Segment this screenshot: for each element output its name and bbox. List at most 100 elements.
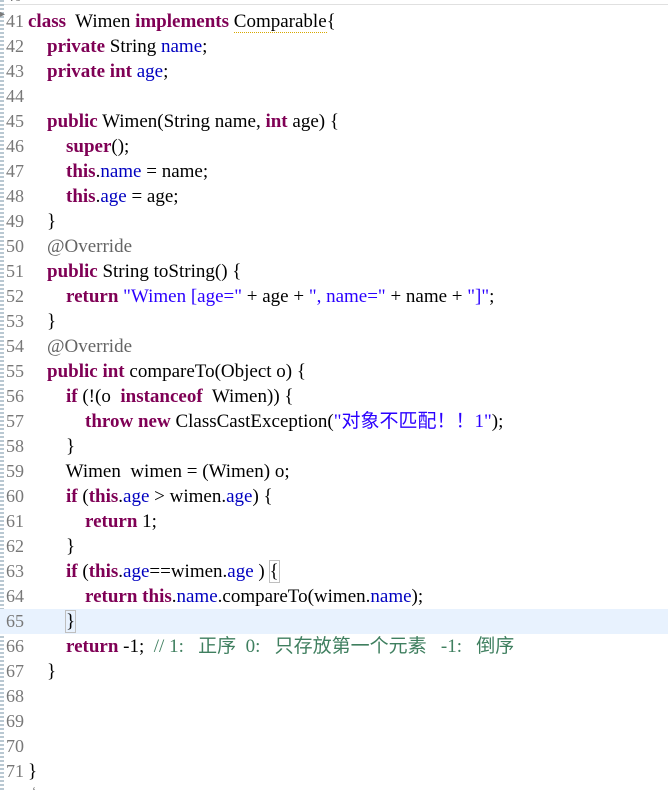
line-number: 68 <box>6 686 24 706</box>
code-token: = name; <box>141 161 209 182</box>
code-line[interactable]: 63 if (this.age==wimen.age ) { <box>0 559 668 584</box>
code-line[interactable]: 44 <box>0 84 668 109</box>
code-text: class Wimen implements Comparable{ <box>28 9 336 34</box>
code-token: if <box>66 561 78 582</box>
code-token: @Override <box>47 336 133 357</box>
code-line[interactable]: 47 this.name = name; <box>0 159 668 184</box>
line-number: 57 <box>6 411 24 431</box>
code-token: private <box>47 36 106 57</box>
code-line[interactable]: 51 public String toString() { <box>0 259 668 284</box>
code-line[interactable]: 55 public int compareTo(Object o) { <box>0 359 668 384</box>
code-token: return <box>85 511 138 532</box>
code-token: } <box>64 610 77 633</box>
code-token: age) { <box>287 111 339 132</box>
line-number: 66 <box>6 636 24 656</box>
code-editor[interactable]: 40 ▸ 41class Wimen implements Comparable… <box>0 0 668 798</box>
code-line[interactable]: 66 return -1; // 1: 正序 0: 只存放第一个元素 -1: 倒… <box>0 634 668 659</box>
code-line[interactable]: 46 super(); <box>0 134 668 159</box>
code-line[interactable]: 56 if (!(o instanceof Wimen)) { <box>0 384 668 409</box>
line-number: 64 <box>6 586 24 606</box>
code-line[interactable]: 65 } <box>0 609 668 634</box>
code-text: this.age = age; <box>28 184 179 209</box>
code-lines: 41 class Wimen implements Comparable{42 p… <box>0 9 668 784</box>
code-line[interactable]: 45 public Wimen(String name, int age) { <box>0 109 668 134</box>
code-token: (!(o <box>77 386 121 407</box>
code-token: = age; <box>126 186 179 207</box>
code-token: if <box>66 486 78 507</box>
code-line[interactable]: 42 private String name; <box>0 34 668 59</box>
code-token: Wimen <box>66 11 136 32</box>
code-line[interactable]: 48 this.age = age; <box>0 184 668 209</box>
code-token: public <box>47 111 98 132</box>
code-token: age <box>123 561 150 582</box>
code-text: if (this.age > wimen.age) { <box>28 484 273 509</box>
code-token: ClassCastException( <box>170 411 334 432</box>
line-number: 67 <box>6 661 24 681</box>
code-text: this.name = name; <box>28 159 208 184</box>
line-number: 56 <box>6 386 24 406</box>
line-number: 71 <box>6 761 24 781</box>
line-number: 49 <box>6 211 24 231</box>
code-token: name <box>100 161 142 182</box>
code-line[interactable]: 64 return this.name.compareTo(wimen.name… <box>0 584 668 609</box>
code-text: } <box>28 759 37 784</box>
code-token: this <box>66 161 96 182</box>
code-line[interactable]: 52 return "Wimen [age=" + age + ", name=… <box>0 284 668 309</box>
code-line[interactable]: 53 } <box>0 309 668 334</box>
code-line[interactable]: 57 throw new ClassCastException("对象不匹配！！… <box>0 409 668 434</box>
code-token: new <box>137 411 171 432</box>
code-token: private <box>47 61 106 82</box>
editor-top-edge: 40 <box>0 0 668 5</box>
line-number: 61 <box>6 511 24 531</box>
code-line[interactable]: 50 @Override <box>0 234 668 259</box>
code-line[interactable]: 54 @Override <box>0 334 668 359</box>
code-token: ) { <box>252 486 273 507</box>
code-line[interactable]: 59 Wimen wimen = (Wimen) o; <box>0 459 668 484</box>
code-token: } <box>28 661 57 682</box>
code-text: throw new ClassCastException("对象不匹配！！1")… <box>28 409 503 434</box>
code-line[interactable]: 71} <box>0 759 668 784</box>
line-number: 52 <box>6 286 24 306</box>
code-line[interactable]: 70 <box>0 734 668 759</box>
line-number: 41 <box>6 11 24 31</box>
code-text: super(); <box>28 134 129 159</box>
code-line[interactable]: 58 } <box>0 434 668 459</box>
code-line[interactable]: 67 } <box>0 659 668 684</box>
code-text: if (this.age==wimen.age ) { <box>28 559 280 584</box>
line-number: 58 <box>6 436 24 456</box>
code-token: age <box>226 486 253 507</box>
code-text: public String toString() { <box>28 259 241 284</box>
code-token: ; <box>163 61 169 82</box>
code-text: } <box>28 309 56 334</box>
code-token: class <box>28 11 66 32</box>
code-line[interactable]: 62 } <box>0 534 668 559</box>
code-line[interactable]: 60 if (this.age > wimen.age) { <box>0 484 668 509</box>
code-token: age <box>123 486 150 507</box>
code-token: } <box>28 311 57 332</box>
code-text: } <box>28 659 56 684</box>
code-line[interactable]: 43 private int age; <box>0 59 668 84</box>
code-token: @Override <box>47 236 133 257</box>
code-token: implements <box>135 11 230 32</box>
code-token: Wimen wimen = (Wimen) o; <box>28 461 290 482</box>
code-line[interactable]: 41 class Wimen implements Comparable{ <box>0 9 668 34</box>
code-token: public <box>47 261 98 282</box>
line-number: 45 <box>6 111 24 131</box>
code-token: String toString() { <box>97 261 242 282</box>
code-token: age <box>136 61 164 82</box>
code-line[interactable]: 49 } <box>0 209 668 234</box>
code-line[interactable]: 61 return 1; <box>0 509 668 534</box>
code-token: (); <box>111 136 130 157</box>
code-token: ; <box>489 286 495 307</box>
code-line[interactable]: 69 <box>0 709 668 734</box>
code-token: > wimen. <box>149 486 227 507</box>
code-token: int <box>102 361 125 382</box>
code-token: ; <box>202 36 208 57</box>
code-line[interactable]: 68 <box>0 684 668 709</box>
